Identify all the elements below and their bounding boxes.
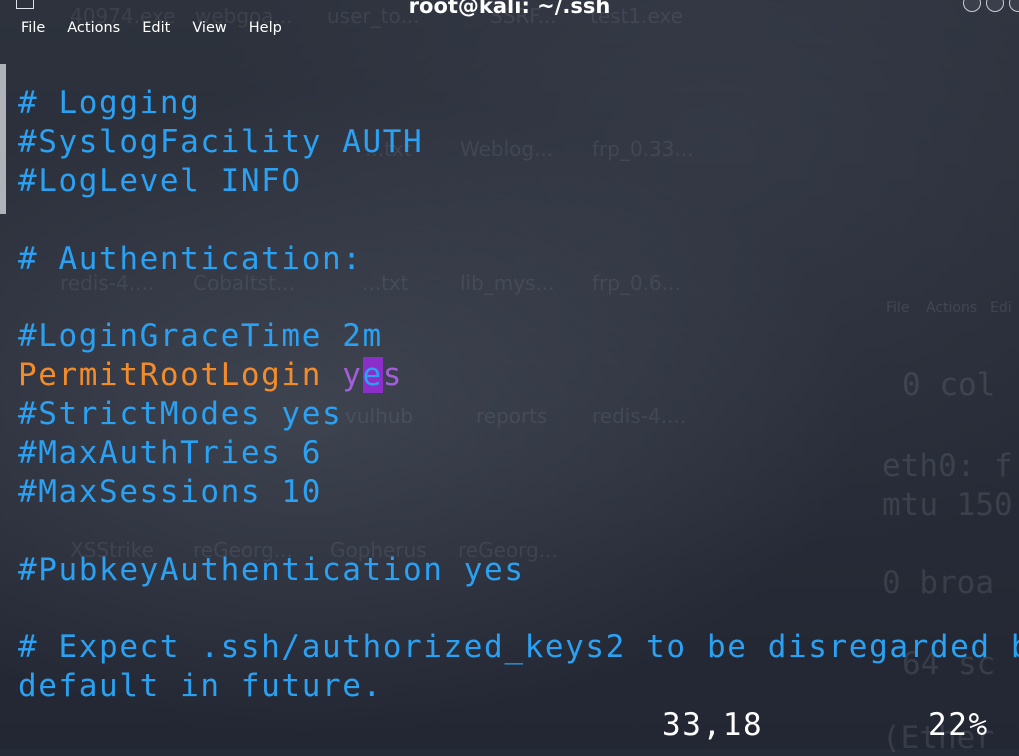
menu-file[interactable]: File: [10, 18, 56, 38]
vim-cursor-position: 33,18: [662, 707, 764, 743]
vim-scroll-percent: 22%: [928, 707, 989, 743]
editor-line: #LogLevel INFO: [18, 162, 302, 199]
editor-line: # Expect .ssh/authorized_keys2 to be dis…: [18, 629, 1019, 666]
terminal-titlebar[interactable]: root@kali: ~/.ssh File Actions Edit View…: [0, 0, 1019, 44]
editor-line: default in future.: [18, 668, 383, 705]
menu-help[interactable]: Help: [238, 18, 293, 38]
window-title: root@kali: ~/.ssh: [408, 0, 611, 18]
editor-line: #PubkeyAuthentication yes: [18, 551, 525, 588]
editor-line: #SyslogFacility AUTH: [18, 123, 424, 160]
editor-line: #StrictModes yes: [18, 396, 343, 433]
editor-line: # Logging: [18, 85, 201, 121]
left-window-edge: [0, 64, 6, 214]
editor-line: # Authentication:: [18, 240, 363, 277]
editor-line: #MaxSessions 10: [18, 473, 322, 510]
editor-line-permitrootlogin: PermitRootLogin yes: [18, 356, 1018, 395]
menu-view[interactable]: View: [181, 18, 237, 38]
directive-value: s: [382, 357, 404, 394]
directive-key: PermitRootLogin: [18, 357, 322, 394]
text-cursor: e: [362, 357, 383, 394]
editor-line: #MaxAuthTries 6: [18, 435, 322, 472]
menubar: File Actions Edit View Help: [10, 18, 293, 38]
directive-value: y: [342, 357, 363, 394]
menu-actions[interactable]: Actions: [56, 18, 131, 38]
editor-line: #LoginGraceTime 2m: [18, 318, 383, 355]
terminal-editor[interactable]: # Logging #SyslogFacility AUTH #LogLevel…: [18, 84, 1019, 706]
menu-edit[interactable]: Edit: [131, 18, 181, 38]
